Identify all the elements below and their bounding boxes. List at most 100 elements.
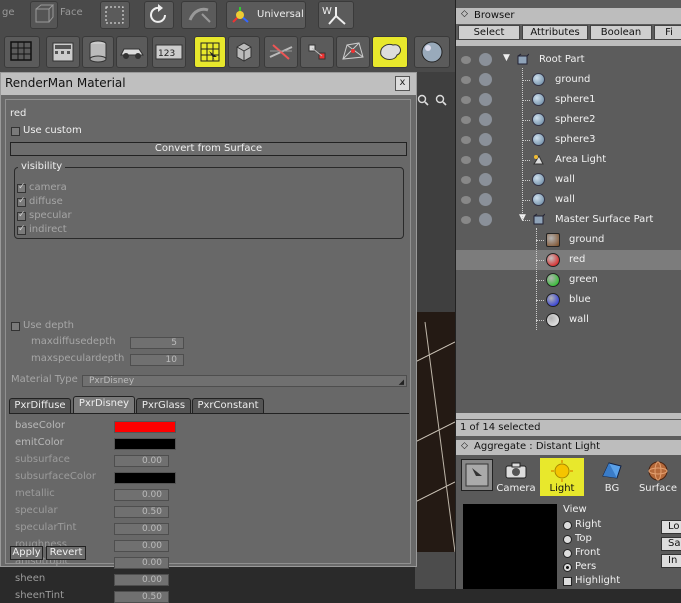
visibility-indirect-checkbox[interactable] [17,224,26,235]
visibility-eye-icon[interactable] [461,216,471,224]
visibility-eye-icon[interactable] [461,196,471,204]
visibility-eye-icon[interactable] [461,156,471,164]
tree-row[interactable]: wall [456,190,681,210]
apply-button[interactable]: Apply [10,546,43,560]
aggregate-lo-button[interactable]: Lo [661,520,681,534]
lock-dot-icon[interactable] [479,193,492,206]
tree-row[interactable]: blue [456,290,681,310]
subsurfacecolor-swatch[interactable] [114,472,176,484]
calculator-icon[interactable] [46,36,80,68]
face-mode-label[interactable]: Face [60,7,83,18]
browser-header[interactable]: ◇ Browser [456,8,681,24]
lock-dot-icon[interactable] [479,213,492,226]
tab-pxrconstant[interactable]: PxrConstant [192,398,264,413]
tree-row[interactable]: wall [456,310,681,330]
aggregate-header[interactable]: ◇ Aggregate : Distant Light [456,440,681,455]
revert-button[interactable]: Revert [46,546,86,560]
tree-row[interactable]: ground [456,230,681,250]
browser-splitter[interactable] [456,40,681,46]
visibility-camera-checkbox[interactable] [17,182,26,193]
anisotropic-field[interactable]: 0.00 [114,557,169,569]
visibility-eye-icon[interactable] [461,96,471,104]
3d-viewport[interactable] [414,72,456,589]
tree-row[interactable]: sphere1 [456,90,681,110]
zoom-icon[interactable] [417,94,429,106]
maxspeculardepth-field[interactable]: 10 [130,354,184,366]
close-button[interactable]: x [395,76,410,91]
camera-button[interactable]: Camera [494,458,538,496]
lock-dot-icon[interactable] [479,173,492,186]
browser-bottom-splitter[interactable] [456,413,681,419]
grid-icon[interactable] [4,36,40,68]
tab-pxrdiffuse[interactable]: PxrDiffuse [9,398,71,413]
material-swatch-icon[interactable] [546,293,560,307]
material-swatch-icon[interactable] [546,273,560,287]
highlight-checkbox[interactable] [563,577,572,586]
rotate-icon[interactable] [144,1,174,29]
cube-snap-icon[interactable] [228,36,260,68]
tree-row[interactable]: ▼ Root Part [456,50,681,70]
dialog-title-bar[interactable]: RenderMan Material x [1,73,416,95]
visibility-eye-icon[interactable] [461,136,471,144]
basecolor-swatch[interactable] [114,421,176,433]
pan-icon[interactable] [435,94,447,106]
numeric-input-icon[interactable]: 123 [152,36,186,68]
tab-pxrdisney[interactable]: PxrDisney [73,396,135,413]
magnet-icon[interactable] [181,1,217,29]
roughness-field[interactable]: 0.00 [114,540,169,552]
visibility-eye-icon[interactable] [461,176,471,184]
view-front-radio[interactable] [563,549,572,558]
face-mode-icon[interactable] [30,1,58,29]
surface-button[interactable]: Surface [636,458,680,496]
aggregate-sa-button[interactable]: Sa [661,537,681,551]
subsurface-field[interactable]: 0.00 [114,455,169,467]
universal-manipulator-button[interactable]: Universal [226,1,306,29]
emitcolor-swatch[interactable] [114,438,176,450]
collapse-icon[interactable]: ◇ [461,441,468,451]
view-right-radio[interactable] [563,521,572,530]
lock-dot-icon[interactable] [479,53,492,66]
convert-from-surface-button[interactable]: Convert from Surface [10,142,407,156]
snap-grid-icon[interactable] [194,36,226,68]
visibility-eye-icon[interactable] [461,76,471,84]
cylinder-icon[interactable] [82,36,114,68]
sheen-field[interactable]: 0.00 [114,574,169,586]
car-icon[interactable] [116,36,148,68]
browser-tab-select[interactable]: Select [458,25,520,40]
collapse-icon[interactable]: ◇ [461,9,468,19]
material-swatch-icon[interactable] [546,313,560,327]
tree-row[interactable]: green [456,270,681,290]
lock-dot-icon[interactable] [479,133,492,146]
lock-dot-icon[interactable] [479,113,492,126]
tree-row[interactable]: ▼ Master Surface Part [456,210,681,230]
browser-tab-boolean[interactable]: Boolean [590,25,652,40]
bg-button[interactable]: BG [590,458,634,496]
tree-row[interactable]: sphere2 [456,110,681,130]
lock-dot-icon[interactable] [479,93,492,106]
aggregate-in-button[interactable]: In [661,554,681,568]
visibility-diffuse-checkbox[interactable] [17,196,26,207]
specular-field[interactable]: 0.50 [114,506,169,518]
material-type-select[interactable]: PxrDisney ◢ [82,375,407,387]
use-depth-checkbox[interactable] [11,322,20,331]
tree-row[interactable]: ground [456,70,681,90]
browser-tab-attributes[interactable]: Attributes [522,25,588,40]
speculartint-field[interactable]: 0.00 [114,523,169,535]
tree-row[interactable]: sphere3 [456,130,681,150]
sphere-render-icon[interactable] [414,36,450,68]
edge-snap-icon[interactable] [264,36,298,68]
tab-pxrglass[interactable]: PxrGlass [136,398,191,413]
visibility-eye-icon[interactable] [461,56,471,64]
light-button[interactable]: Light [540,458,584,496]
shape-snap-icon[interactable] [372,36,408,68]
material-swatch-icon[interactable] [546,253,560,267]
sheentint-field[interactable]: 0.50 [114,591,169,603]
visibility-specular-checkbox[interactable] [17,210,26,221]
point-snap-icon[interactable] [300,36,334,68]
marquee-select-icon[interactable] [100,1,130,29]
view-top-radio[interactable] [563,535,572,544]
view-pers-radio[interactable] [563,563,572,572]
tree-row[interactable]: red [456,250,681,270]
edge-mode-label[interactable]: ge [2,7,15,18]
lock-dot-icon[interactable] [479,153,492,166]
